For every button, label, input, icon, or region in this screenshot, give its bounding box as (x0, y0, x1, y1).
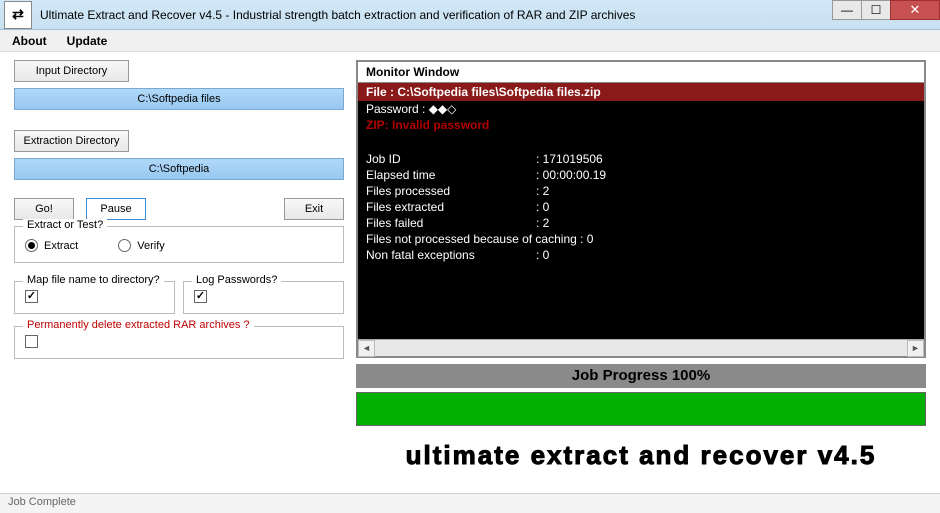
checkbox-icon (25, 335, 38, 348)
monitor-stat-row: Files processed: 2 (358, 183, 924, 199)
monitor-window: Monitor Window File : C:\Softpedia files… (356, 60, 926, 358)
scroll-left-icon[interactable]: ◄ (358, 340, 375, 357)
monitor-file-line: File : C:\Softpedia files\Softpedia file… (358, 83, 924, 101)
extraction-directory-button[interactable]: Extraction Directory (14, 130, 129, 152)
map-checkbox[interactable] (25, 290, 164, 303)
menubar: About Update (0, 30, 940, 52)
go-button[interactable]: Go! (14, 198, 74, 220)
horizontal-scrollbar[interactable]: ◄ ► (358, 339, 924, 356)
input-directory-button[interactable]: Input Directory (14, 60, 129, 82)
extraction-directory-path: C:\Softpedia (14, 158, 344, 180)
map-group: Map file name to directory? (14, 281, 175, 314)
radio-icon (25, 239, 38, 252)
mode-legend: Extract or Test? (23, 219, 107, 231)
radio-verify[interactable]: Verify (118, 239, 165, 252)
pause-button[interactable]: Pause (86, 198, 146, 220)
radio-verify-label: Verify (137, 240, 165, 252)
monitor-stat-row: Job ID: 171019506 (358, 151, 924, 167)
window-title: Ultimate Extract and Recover v4.5 - Indu… (36, 8, 940, 22)
scroll-right-icon[interactable]: ► (907, 340, 924, 357)
monitor-password-line: Password : ◆◆◇ (358, 101, 924, 117)
radio-extract-label: Extract (44, 240, 78, 252)
input-directory-path: C:\Softpedia files (14, 88, 344, 110)
minimize-button[interactable]: — (832, 0, 862, 20)
mode-group: Extract or Test? Extract Verify (14, 226, 344, 263)
left-panel: Input Directory C:\Softpedia files Extra… (14, 60, 344, 490)
log-checkbox[interactable] (194, 290, 333, 303)
delete-checkbox[interactable] (25, 335, 333, 348)
titlebar: ⇄ Ultimate Extract and Recover v4.5 - In… (0, 0, 940, 30)
delete-legend: Permanently delete extracted RAR archive… (23, 319, 254, 331)
checkbox-icon (25, 290, 38, 303)
log-group: Log Passwords? (183, 281, 344, 314)
monitor-stat-row: Files failed: 2 (358, 215, 924, 231)
exit-button[interactable]: Exit (284, 198, 344, 220)
app-icon: ⇄ (4, 1, 32, 29)
app-banner: ultimate extract and recover v4.5 (356, 440, 926, 471)
maximize-button[interactable]: ☐ (861, 0, 891, 20)
menu-update[interactable]: Update (67, 34, 108, 48)
monitor-stat-row: Non fatal exceptions: 0 (358, 247, 924, 263)
monitor-error-line: ZIP: Invalid password (358, 117, 924, 133)
progress-label: Job Progress 100% (356, 364, 926, 388)
monitor-stat-row: Files extracted: 0 (358, 199, 924, 215)
window-controls: — ☐ ✕ (833, 0, 940, 20)
monitor-stat-row: Elapsed time: 00:00:00.19 (358, 167, 924, 183)
checkbox-icon (194, 290, 207, 303)
log-legend: Log Passwords? (192, 274, 281, 286)
monitor-body: File : C:\Softpedia files\Softpedia file… (358, 83, 924, 339)
monitor-header: Monitor Window (358, 62, 924, 83)
map-legend: Map file name to directory? (23, 274, 164, 286)
menu-about[interactable]: About (12, 34, 47, 48)
radio-extract[interactable]: Extract (25, 239, 78, 252)
statusbar: Job Complete (0, 493, 940, 513)
radio-icon (118, 239, 131, 252)
delete-group: Permanently delete extracted RAR archive… (14, 326, 344, 359)
close-button[interactable]: ✕ (890, 0, 940, 20)
right-panel: Monitor Window File : C:\Softpedia files… (356, 60, 926, 490)
monitor-stat-row: Files not processed because of caching :… (358, 231, 924, 247)
progress-bar (356, 392, 926, 426)
